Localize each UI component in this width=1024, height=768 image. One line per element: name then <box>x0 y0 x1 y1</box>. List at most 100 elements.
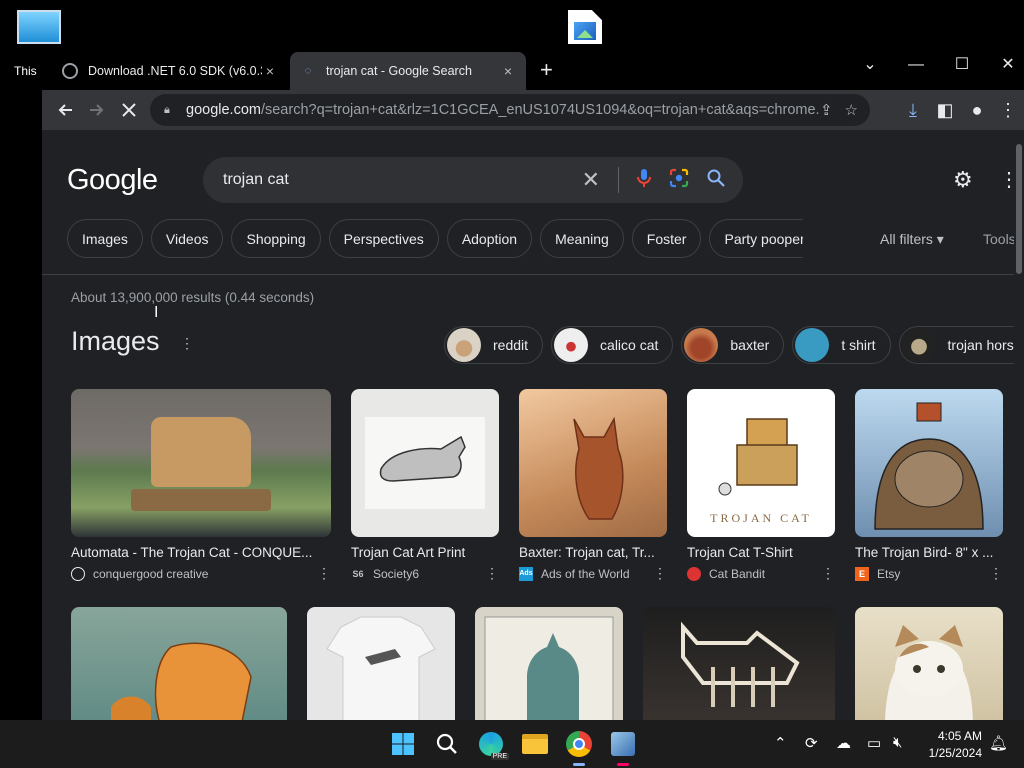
tab-google-search[interactable]: ◌ trojan cat - Google Search × <box>290 52 526 90</box>
microphone-icon[interactable] <box>637 168 651 193</box>
all-filters-button[interactable]: All filters ▾ <box>880 231 944 248</box>
clear-search-icon[interactable]: ✕ <box>582 167 600 193</box>
image-result[interactable] <box>475 607 623 720</box>
notifications-bell-icon[interactable]: 🔔︎ <box>989 734 1008 752</box>
source-name: conquergood creative <box>93 566 209 581</box>
network-icon[interactable]: ☁ <box>836 734 851 752</box>
chrome-logo-center <box>573 738 585 750</box>
related-chip-t-shirt[interactable]: t shirt <box>792 326 891 364</box>
google-apps-icon[interactable]: ⋮⋮ <box>999 167 1014 192</box>
result-image[interactable] <box>307 607 455 720</box>
minimize-button[interactable]: — <box>893 50 939 80</box>
search-box[interactable]: trojan cat ✕ <box>203 157 743 203</box>
result-more-icon[interactable]: ⋮ <box>485 565 499 582</box>
sync-icon[interactable]: ⟳ <box>805 734 818 752</box>
result-image[interactable] <box>643 607 835 720</box>
image-result[interactable]: Baxter: Trojan cat, Tr... Ads Ads of the… <box>519 389 667 582</box>
more-options-icon[interactable]: ⋮ <box>180 335 194 352</box>
result-image[interactable] <box>519 389 667 537</box>
menu-kebab-icon[interactable]: ⋮ <box>992 94 1024 126</box>
image-result[interactable]: Trojan Cat Art Print S6 Society6 ⋮ <box>351 389 499 582</box>
tab-close-icon[interactable]: × <box>262 63 278 79</box>
result-image[interactable] <box>71 389 331 537</box>
close-window-button[interactable]: ✕ <box>985 50 1024 80</box>
result-more-icon[interactable]: ⋮ <box>821 565 835 582</box>
image-result[interactable]: Automata - The Trojan Cat - CONQUE... co… <box>71 389 331 582</box>
chrome-taskbar-icon[interactable] <box>565 730 593 766</box>
search-input[interactable]: trojan cat <box>223 171 582 189</box>
result-image[interactable] <box>71 607 287 720</box>
site-info-icon[interactable]: 🔒︎ <box>164 104 176 116</box>
show-hidden-icons-chevron-icon[interactable]: ⌃ <box>774 734 787 752</box>
result-image[interactable]: TROJAN CAT <box>687 389 835 537</box>
result-title[interactable]: Trojan Cat T-Shirt <box>687 545 835 560</box>
maximize-button[interactable]: ☐ <box>939 50 985 80</box>
filter-chip-foster[interactable]: Foster <box>631 219 702 258</box>
result-image[interactable] <box>475 607 623 720</box>
image-result[interactable]: TROJAN CAT Trojan Cat T-Shirt Cat Bandit… <box>687 389 835 582</box>
settings-gear-icon[interactable]: ⚙ <box>953 167 973 193</box>
start-button[interactable] <box>389 730 417 758</box>
filter-chip-meaning[interactable]: Meaning <box>540 219 624 258</box>
conquergood-favicon <box>71 566 85 581</box>
new-tab-button[interactable]: + <box>540 58 553 82</box>
image-result[interactable] <box>855 607 1003 720</box>
download-icon[interactable]: ⤓ <box>897 94 929 126</box>
image-result[interactable] <box>643 607 835 720</box>
image-file-desktop-icon[interactable] <box>568 10 602 46</box>
result-title[interactable]: Automata - The Trojan Cat - CONQUE... <box>71 545 331 560</box>
filter-chip-images[interactable]: Images <box>67 219 143 258</box>
forward-button[interactable] <box>81 94 113 126</box>
volume-muted-icon[interactable]: 🔇︎ <box>893 734 902 751</box>
result-source: S6 Society6 ⋮ <box>351 565 499 582</box>
related-chip-reddit[interactable]: reddit <box>444 326 544 364</box>
result-image[interactable] <box>855 389 1003 537</box>
scrollbar-thumb[interactable] <box>1016 144 1022 274</box>
bookmark-star-icon[interactable]: ☆ <box>845 101 858 119</box>
image-result[interactable] <box>71 607 287 720</box>
result-image[interactable] <box>855 607 1003 720</box>
result-source: E Etsy ⋮ <box>855 565 1003 582</box>
related-chip-baxter[interactable]: baxter <box>681 326 785 364</box>
tab-close-icon[interactable]: × <box>500 63 516 79</box>
address-bar[interactable]: 🔒︎ google.com/search?q=trojan+cat&rlz=1C… <box>150 94 870 126</box>
url-host: google.com <box>186 102 261 118</box>
filter-chip-perspectives[interactable]: Perspectives <box>328 219 439 258</box>
result-title[interactable]: Baxter: Trojan cat, Tr... <box>519 545 667 560</box>
edge-dev-icon[interactable]: PRE <box>477 730 509 760</box>
result-title[interactable]: Trojan Cat Art Print <box>351 545 499 560</box>
image-result[interactable] <box>307 607 455 720</box>
installer-app-icon[interactable] <box>609 730 637 766</box>
result-more-icon[interactable]: ⋮ <box>653 565 667 582</box>
side-panel-icon[interactable]: ◧ <box>929 94 961 126</box>
filter-chip-party-pooper[interactable]: Party pooper <box>709 219 804 258</box>
share-icon[interactable]: ⇪ <box>820 101 833 119</box>
taskbar-search-icon[interactable] <box>433 730 461 758</box>
related-chip-calico-cat[interactable]: calico cat <box>551 326 674 364</box>
filter-chip-videos[interactable]: Videos <box>150 219 224 258</box>
tab-dotnet-download[interactable]: Download .NET 6.0 SDK (v6.0.310 × <box>52 52 288 90</box>
related-chip-trojan-horse[interactable]: trojan horse <box>898 326 1014 364</box>
stop-loading-button[interactable] <box>113 94 145 126</box>
back-button[interactable] <box>49 94 81 126</box>
result-more-icon[interactable]: ⋮ <box>317 565 331 582</box>
google-logo[interactable]: Google <box>67 164 158 197</box>
taskbar-clock[interactable]: 4:05 AM 1/25/2024 <box>920 728 982 762</box>
image-result[interactable]: The Trojan Bird- 8" x ... E Etsy ⋮ <box>855 389 1003 582</box>
header-divider <box>42 274 1014 275</box>
display-icon[interactable]: ▭ <box>867 734 881 752</box>
page-scrollbar[interactable] <box>1014 130 1024 720</box>
source-name: Cat Bandit <box>709 566 766 581</box>
search-icon[interactable] <box>707 169 725 192</box>
google-lens-icon[interactable] <box>669 168 689 193</box>
result-title[interactable]: The Trojan Bird- 8" x ... <box>855 545 1003 560</box>
file-explorer-icon[interactable] <box>521 730 549 758</box>
filter-chip-shopping[interactable]: Shopping <box>231 219 321 258</box>
tools-button[interactable]: Tools <box>983 231 1014 247</box>
filter-chip-adoption[interactable]: Adoption <box>446 219 533 258</box>
images-section-heading: Images <box>71 326 160 356</box>
tab-search-button[interactable]: ⌄ <box>847 50 893 80</box>
profile-icon[interactable]: ● <box>961 94 993 126</box>
result-more-icon[interactable]: ⋮ <box>989 565 1003 582</box>
result-image[interactable] <box>351 389 499 537</box>
